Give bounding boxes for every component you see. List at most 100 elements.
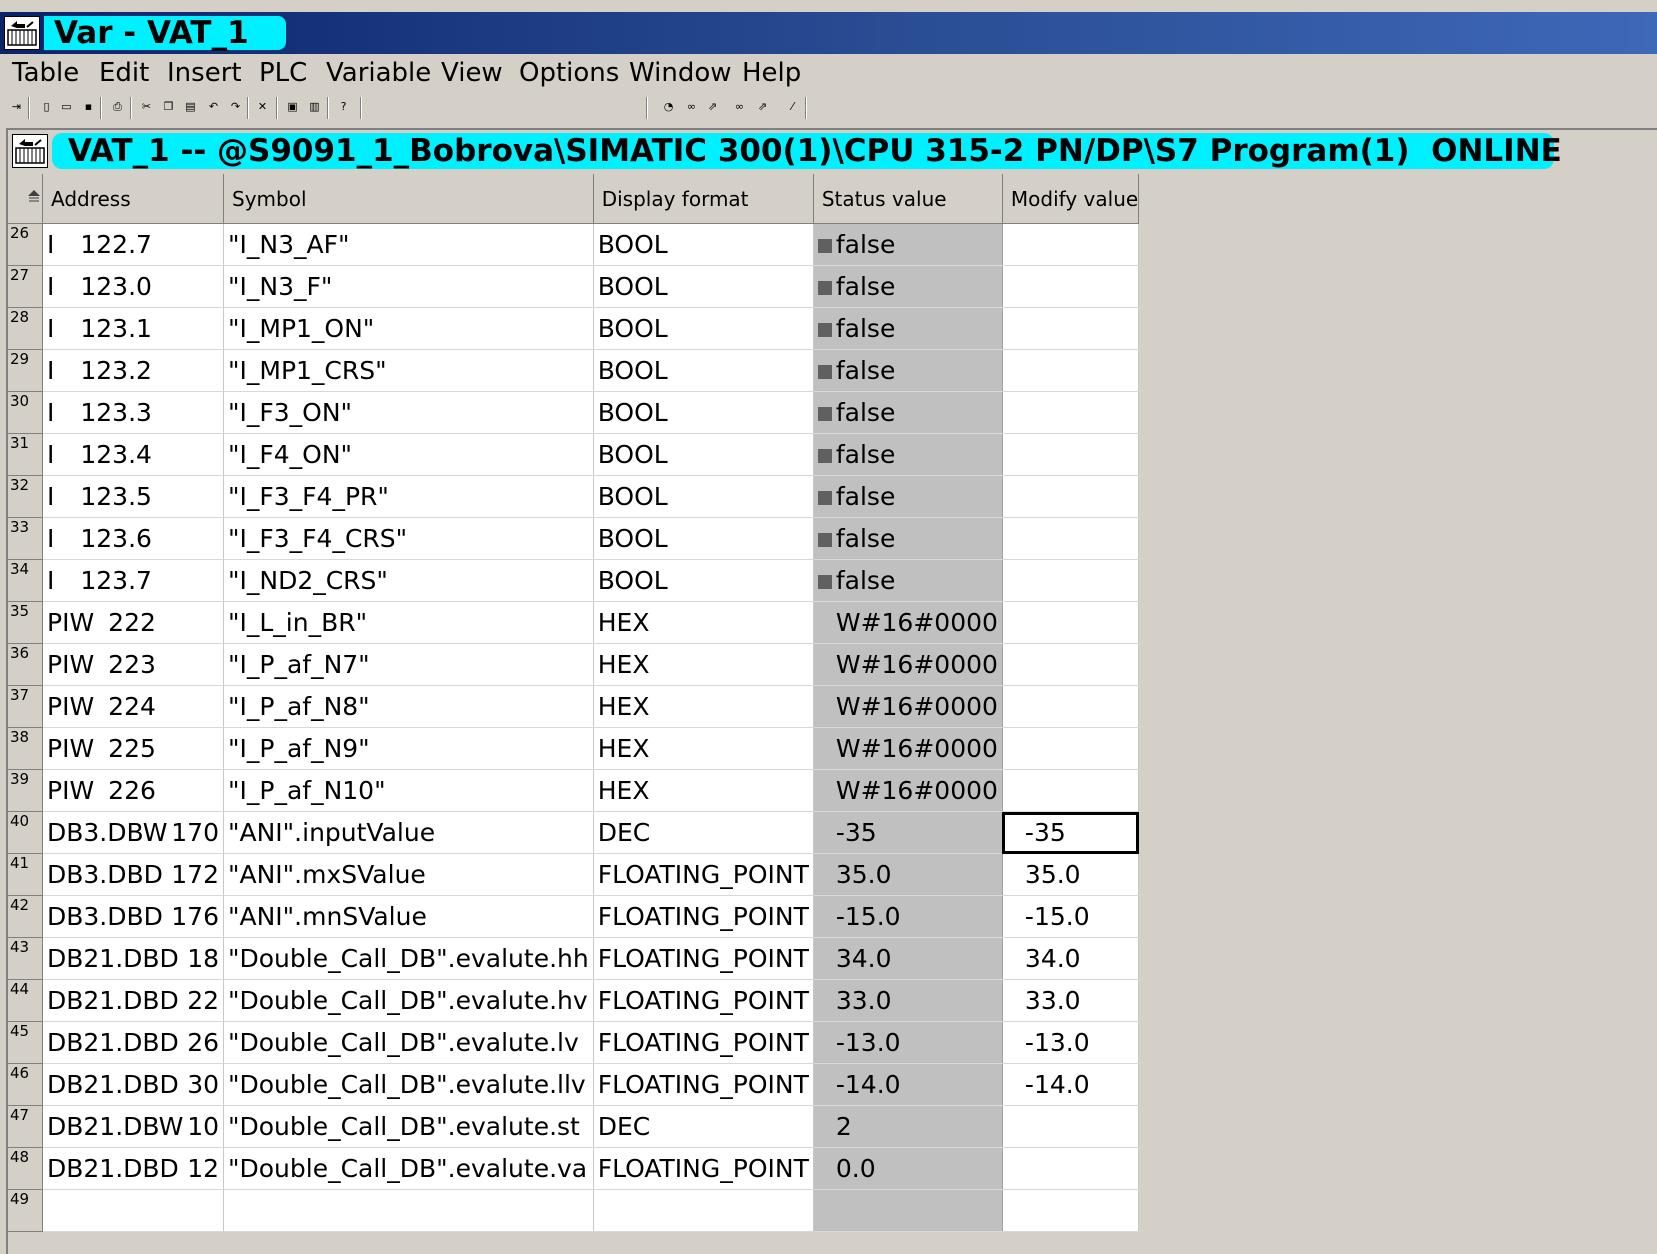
table-row[interactable]: 35 PIW 222 "I_L_in_BR" HEX W#16#0000 <box>8 601 1140 644</box>
symbol-cell[interactable]: "I_P_af_N7" <box>223 643 594 686</box>
table-row[interactable]: 47 DB21.DBW 10 "Double_Call_DB".evalute.st D… <box>8 1105 1140 1148</box>
symbol-cell[interactable]: "I_F3_F4_CRS" <box>223 517 594 560</box>
address-cell[interactable]: DB21.DBD 12 <box>42 1147 224 1190</box>
monitor-trigger-icon[interactable]: ∞ <box>683 98 700 115</box>
address-cell[interactable]: DB21.DBD 26 <box>42 1021 224 1064</box>
symbol-cell[interactable]: "Double_Call_DB".evalute.st <box>223 1105 594 1148</box>
delete-icon[interactable]: ✕ <box>254 98 271 115</box>
new-icon[interactable]: ▯ <box>38 98 55 115</box>
modify-value-cell[interactable]: 33.0 <box>1002 979 1140 1022</box>
symbol-cell[interactable]: "I_F4_ON" <box>223 433 594 476</box>
menu-window[interactable]: Window <box>629 58 732 88</box>
symbol-cell[interactable]: "Double_Call_DB".evalute.llv <box>223 1063 594 1106</box>
modify-value-cell[interactable]: -14.0 <box>1002 1063 1140 1106</box>
table-row[interactable]: 28 I 123.1 "I_MP1_ON" BOOL false <box>8 307 1140 350</box>
row-number[interactable]: 28 <box>8 307 43 350</box>
display-format-cell[interactable]: BOOL <box>593 475 814 518</box>
display-format-cell[interactable]: FLOATING_POINT <box>593 895 814 938</box>
menu-view[interactable]: View <box>441 58 503 88</box>
modify-value-cell[interactable] <box>1002 349 1140 392</box>
display-format-cell[interactable]: FLOATING_POINT <box>593 853 814 896</box>
display-format-cell[interactable]: BOOL <box>593 433 814 476</box>
row-number[interactable]: 32 <box>8 475 43 518</box>
menu-options[interactable]: Options <box>519 58 619 88</box>
row-number[interactable]: 35 <box>8 601 43 644</box>
row-number[interactable]: 46 <box>8 1063 43 1106</box>
pin-icon[interactable]: ⇥ <box>8 98 25 115</box>
row-number[interactable]: 36 <box>8 643 43 686</box>
table-row[interactable]: 32 I 123.5 "I_F3_F4_PR" BOOL false <box>8 475 1140 518</box>
display-format-cell[interactable]: HEX <box>593 643 814 686</box>
row-number[interactable]: 38 <box>8 727 43 770</box>
symbol-cell[interactable]: "I_F3_F4_PR" <box>223 475 594 518</box>
symbol-cell[interactable]: "ANI".mxSValue <box>223 853 594 896</box>
menu-insert[interactable]: Insert <box>167 58 242 88</box>
address-cell[interactable]: I 123.3 <box>42 391 224 434</box>
symbol-cell[interactable]: "I_MP1_CRS" <box>223 349 594 392</box>
row-number[interactable]: 30 <box>8 391 43 434</box>
address-cell[interactable]: I 123.6 <box>42 517 224 560</box>
symbol-cell[interactable]: "I_MP1_ON" <box>223 307 594 350</box>
column-header-display-format[interactable]: Display format <box>593 174 814 224</box>
table-row[interactable]: 48 DB21.DBD 12 "Double_Call_DB".evalute.va F… <box>8 1147 1140 1190</box>
column-header-status-value[interactable]: Status value <box>813 174 1003 224</box>
row-number[interactable]: 47 <box>8 1105 43 1148</box>
address-cell[interactable]: DB21.DBD 22 <box>42 979 224 1022</box>
address-cell[interactable]: I 123.1 <box>42 307 224 350</box>
symbol-cell[interactable]: "Double_Call_DB".evalute.hh <box>223 937 594 980</box>
modify-value-cell[interactable] <box>1002 265 1140 308</box>
address-cell[interactable]: PIW 225 <box>42 727 224 770</box>
table-row[interactable]: 36 PIW 223 "I_P_af_N7" HEX W#16#0000 <box>8 643 1140 686</box>
modify-value-cell[interactable] <box>1002 307 1140 350</box>
address-cell[interactable]: I 123.4 <box>42 433 224 476</box>
modify-value-cell[interactable]: -35 <box>1002 811 1140 854</box>
table-row[interactable]: 33 I 123.6 "I_F3_F4_CRS" BOOL false <box>8 517 1140 560</box>
undo-icon[interactable]: ↶ <box>205 98 222 115</box>
address-cell[interactable]: I 123.2 <box>42 349 224 392</box>
address-cell[interactable]: DB3.DBW 170 <box>42 811 224 854</box>
symbol-cell[interactable]: "I_P_af_N10" <box>223 769 594 812</box>
symbol-cell[interactable]: "ANI".inputValue <box>223 811 594 854</box>
modify-value-cell[interactable] <box>1002 769 1140 812</box>
modify-value-cell[interactable] <box>1002 559 1140 602</box>
symbol-cell[interactable]: "Double_Call_DB".evalute.va <box>223 1147 594 1190</box>
address-cell[interactable]: I 122.7 <box>42 223 224 266</box>
display-format-cell[interactable]: BOOL <box>593 517 814 560</box>
modify-value-cell[interactable] <box>1002 391 1140 434</box>
row-number[interactable]: 27 <box>8 265 43 308</box>
address-cell[interactable] <box>42 1189 224 1232</box>
row-number[interactable]: 37 <box>8 685 43 728</box>
table-row[interactable]: 34 I 123.7 "I_ND2_CRS" BOOL false <box>8 559 1140 602</box>
modify-value-cell[interactable] <box>1002 685 1140 728</box>
symbol-cell[interactable]: "Double_Call_DB".evalute.lv <box>223 1021 594 1064</box>
table-row[interactable]: 38 PIW 225 "I_P_af_N9" HEX W#16#0000 <box>8 727 1140 770</box>
trigger-icon[interactable]: ⇗ <box>754 98 771 115</box>
row-number[interactable]: 40 <box>8 811 43 854</box>
address-cell[interactable]: PIW 223 <box>42 643 224 686</box>
table-row[interactable]: 39 PIW 226 "I_P_af_N10" HEX W#16#0000 <box>8 769 1140 812</box>
modify-value-cell[interactable] <box>1002 643 1140 686</box>
address-cell[interactable]: DB3.DBD 176 <box>42 895 224 938</box>
row-number[interactable]: 48 <box>8 1147 43 1190</box>
menu-table[interactable]: Table <box>12 58 79 88</box>
paste-icon[interactable]: ▤ <box>182 98 199 115</box>
menu-plc[interactable]: PLC <box>259 58 307 88</box>
display-format-cell[interactable]: DEC <box>593 1105 814 1148</box>
symbol-cell[interactable]: "I_N3_F" <box>223 265 594 308</box>
column-header-symbol[interactable]: Symbol <box>223 174 594 224</box>
display-format-cell[interactable]: FLOATING_POINT <box>593 1147 814 1190</box>
monitor-icon[interactable]: ▣ <box>284 98 301 115</box>
address-cell[interactable]: PIW 226 <box>42 769 224 812</box>
display-format-cell[interactable]: BOOL <box>593 391 814 434</box>
display-format-cell[interactable]: BOOL <box>593 223 814 266</box>
menu-variable[interactable]: Variable <box>326 58 431 88</box>
address-cell[interactable]: I 123.0 <box>42 265 224 308</box>
table-row[interactable]: 44 DB21.DBD 22 "Double_Call_DB".evalute.hv F… <box>8 979 1140 1022</box>
table-row[interactable]: 26 I 122.7 "I_N3_AF" BOOL false <box>8 223 1140 266</box>
table-row[interactable]: 37 PIW 224 "I_P_af_N8" HEX W#16#0000 <box>8 685 1140 728</box>
vat-window-icon[interactable] <box>12 134 48 168</box>
display-format-cell[interactable]: HEX <box>593 769 814 812</box>
table-row[interactable]: 31 I 123.4 "I_F4_ON" BOOL false <box>8 433 1140 476</box>
address-cell[interactable]: I 123.7 <box>42 559 224 602</box>
symbol-cell[interactable]: "I_N3_AF" <box>223 223 594 266</box>
